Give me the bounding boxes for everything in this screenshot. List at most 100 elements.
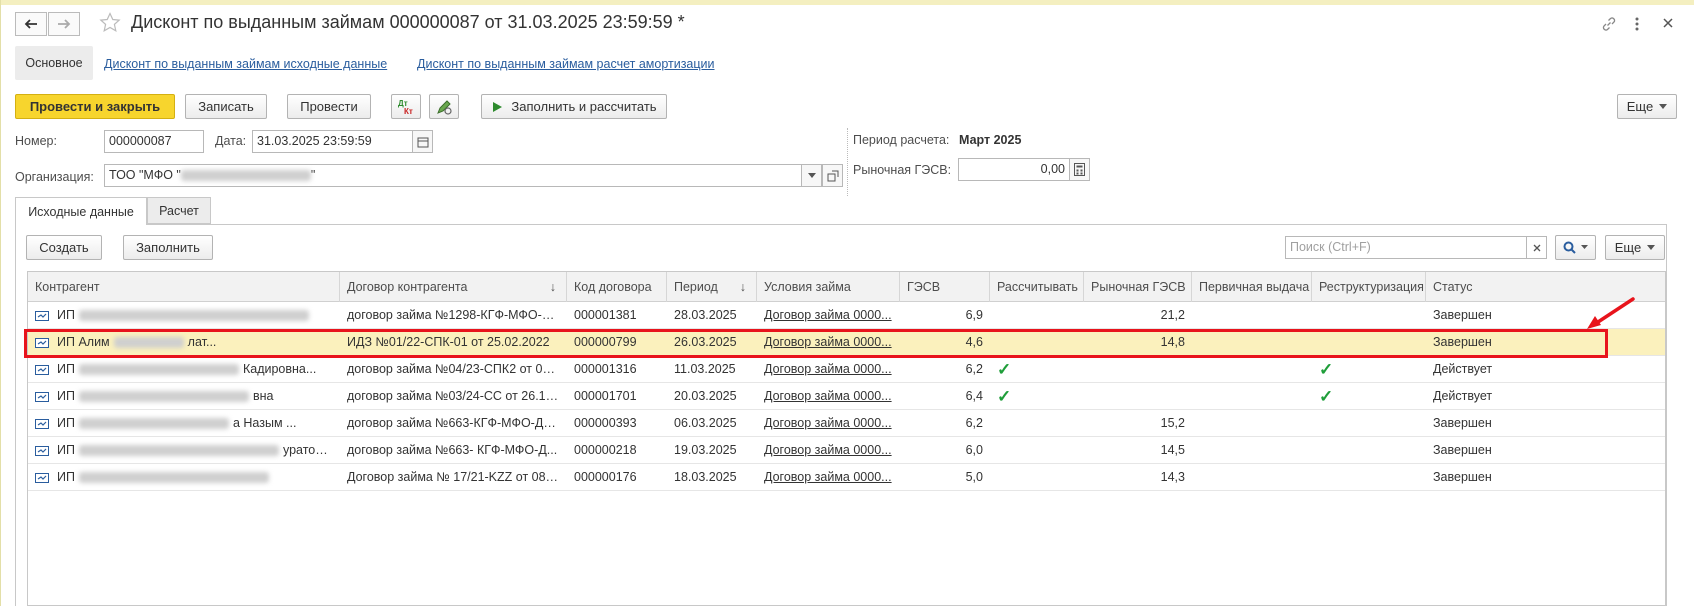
counterparty-name-tail: Кадировна... [242, 362, 317, 376]
table-row[interactable]: ИП договор займа №1298-КГФ-МФО-М... 000001… [28, 302, 1665, 329]
arrow-left-icon [24, 19, 37, 29]
organization-prefix: ТОО "МФО " [109, 168, 181, 182]
table-row[interactable]: ИП Кадировна... договор займа №04/23-СПК2 … [28, 356, 1665, 383]
col-calculate[interactable]: Рассчитывать [990, 272, 1084, 302]
cell-terms[interactable]: Договор займа 0000... [757, 383, 900, 410]
search-input[interactable]: Поиск (Ctrl+F) [1285, 236, 1527, 259]
save-button[interactable]: Записать [185, 94, 267, 119]
cell-code: 000000218 [574, 443, 637, 457]
table-row[interactable]: ИП Договор займа № 17/21-KZZ от 08.0... 00… [28, 464, 1665, 491]
table-row[interactable]: ИП уратович (... договор займа №663- КГФ-М… [28, 437, 1665, 464]
number-field[interactable]: 000000087 [104, 130, 204, 153]
organization-label: Организация: [15, 170, 94, 184]
search-clear-button[interactable] [1526, 236, 1547, 259]
cell-counterparty: ИП Кадировна... [28, 356, 340, 383]
cell-calc: ✓ [990, 356, 1084, 383]
redacted-name [78, 445, 279, 457]
cell-period: 06.03.2025 [674, 416, 737, 430]
cell-terms[interactable]: Договор займа 0000... [757, 437, 900, 464]
table-row[interactable]: ИП а Назым ... договор займа №663-КГФ-МФО-… [28, 410, 1665, 437]
market-rate-field[interactable]: 0,00 [958, 158, 1070, 181]
calculator-button[interactable] [1069, 158, 1090, 181]
close-icon[interactable] [1662, 17, 1674, 29]
calendar-button[interactable] [412, 130, 433, 153]
cell-terms[interactable]: Договор займа 0000... [757, 464, 900, 491]
cell-calc [990, 302, 1084, 329]
cell-restr [1312, 437, 1426, 464]
checkmark-icon: ✓ [1319, 387, 1334, 406]
cell-primary [1192, 383, 1312, 410]
fill-and-calculate-button[interactable]: Заполнить и рассчитать [481, 94, 667, 119]
cell-gesv: 4,6 [965, 335, 983, 349]
edit-movements-button[interactable] [429, 94, 459, 119]
document-icon [35, 445, 49, 456]
organization-open-button[interactable] [822, 164, 843, 187]
organization-dropdown-button[interactable] [801, 164, 822, 187]
table-row[interactable]: ИП вна договор займа №03/24-СС от 26.12...… [28, 383, 1665, 410]
cell-market: 14,8 [1160, 335, 1185, 349]
document-window: Дисконт по выданным займам 000000087 от … [0, 0, 1694, 606]
more-button[interactable]: Еще [1617, 94, 1677, 119]
date-field[interactable]: 31.03.2025 23:59:59 [252, 130, 413, 153]
table-row[interactable]: ИП Алим лат... ИДЗ №01/22-СПК-01 от 25.02.… [28, 329, 1665, 356]
counterparty-name: ИП Алим [57, 335, 110, 349]
link-discount-source-data[interactable]: Дисконт по выданным займам исходные данн… [104, 57, 387, 71]
col-restructuring[interactable]: Реструктуризация [1312, 272, 1426, 302]
post-and-close-button[interactable]: Провести и закрыть [15, 94, 175, 119]
back-button[interactable] [15, 12, 47, 36]
tab-source-data[interactable]: Исходные данные [15, 197, 147, 225]
create-button[interactable]: Создать [26, 235, 102, 260]
cell-market: 14,3 [1160, 470, 1185, 484]
period-value: Март 2025 [959, 133, 1022, 147]
col-period[interactable]: Период ↓ [667, 272, 757, 302]
cell-calc: ✓ [990, 383, 1084, 410]
cell-terms[interactable]: Договор займа 0000... [757, 302, 900, 329]
forward-button[interactable] [48, 12, 80, 36]
star-icon[interactable] [99, 12, 121, 34]
cell-calc [990, 410, 1084, 437]
link-icon[interactable] [1601, 16, 1617, 32]
table-more-button[interactable]: Еще [1605, 235, 1665, 260]
col-terms[interactable]: Условия займа [757, 272, 900, 302]
cell-code: 000001316 [574, 362, 637, 376]
fill-button[interactable]: Заполнить [123, 235, 213, 260]
post-button[interactable]: Провести [287, 94, 371, 119]
cell-contract: договор займа №04/23-СПК2 от 05.... [347, 362, 564, 376]
chevron-down-icon [807, 172, 816, 178]
date-label: Дата: [215, 134, 247, 148]
document-icon [35, 472, 49, 483]
search-button[interactable] [1555, 235, 1596, 260]
tab-calculation[interactable]: Расчет [147, 197, 211, 224]
col-market-gesv[interactable]: Рыночная ГЭСВ [1084, 272, 1192, 302]
counterparty-name: ИП [57, 443, 75, 457]
dt-kt-button[interactable]: Дт Кт [391, 94, 421, 119]
cell-terms[interactable]: Договор займа 0000... [757, 329, 900, 356]
col-counterparty[interactable]: Контрагент [28, 272, 340, 302]
arrow-right-icon [58, 19, 71, 29]
cell-terms[interactable]: Договор займа 0000... [757, 356, 900, 383]
col-gesv[interactable]: ГЭСВ [900, 272, 990, 302]
col-contract-label: Договор контрагента [347, 280, 468, 294]
tab-main[interactable]: Основное [15, 46, 93, 80]
cell-primary [1192, 329, 1312, 356]
cell-terms[interactable]: Договор займа 0000... [757, 410, 900, 437]
cell-market [1084, 383, 1192, 410]
more-vertical-icon[interactable] [1633, 16, 1641, 32]
col-primary-issue[interactable]: Первичная выдача [1192, 272, 1312, 302]
redacted-name [78, 310, 309, 322]
col-contract[interactable]: Договор контрагента ↓ [340, 272, 567, 302]
cell-contract: договор займа №663-КГФ-МФО-ДК... [347, 416, 562, 430]
cell-contract: ИДЗ №01/22-СПК-01 от 25.02.2022 [347, 335, 550, 349]
number-label: Номер: [15, 134, 57, 148]
chevron-down-icon [1647, 244, 1656, 250]
cell-contract: договор займа №03/24-СС от 26.12.... [347, 389, 567, 403]
cell-gesv: 6,0 [965, 443, 983, 457]
cell-status: Завершен [1433, 470, 1492, 484]
document-icon [35, 418, 49, 429]
organization-field[interactable]: ТОО "МФО " " [104, 164, 802, 187]
cell-status: Действует [1433, 362, 1493, 376]
cell-gesv: 6,2 [965, 416, 983, 430]
cell-contract: договор займа №1298-КГФ-МФО-М... [347, 308, 563, 322]
link-discount-amortization[interactable]: Дисконт по выданным займам расчет аморти… [417, 57, 715, 71]
col-code[interactable]: Код договора [567, 272, 667, 302]
